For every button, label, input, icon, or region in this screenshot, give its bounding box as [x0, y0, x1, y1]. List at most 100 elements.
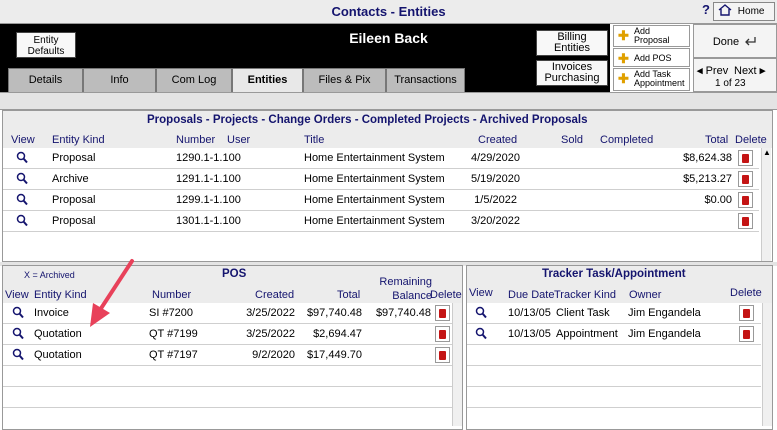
proposal-title: Home Entertainment System — [304, 194, 445, 206]
pos-title: POS — [222, 268, 247, 280]
proposals-title: Proposals - Projects - Change Orders - C… — [147, 114, 588, 126]
entity-kind: Quotation — [34, 328, 82, 340]
entity-kind: Proposal — [52, 194, 96, 206]
tab-transactions[interactable]: Transactions — [386, 68, 465, 92]
col-created: Created — [255, 289, 295, 301]
created-date: 3/20/2022 — [471, 215, 520, 227]
done-label: Done — [712, 36, 740, 48]
pos-number: SI #7200 — [149, 307, 194, 319]
table-row[interactable]: Quotation QT #7197 9/2/2020 $17,449.70 — [3, 345, 452, 366]
trash-icon[interactable] — [739, 305, 754, 321]
invoices-purchasing-label: Invoices Purchasing — [544, 61, 600, 84]
trash-icon[interactable] — [435, 326, 450, 342]
trash-icon[interactable] — [738, 213, 753, 229]
due-date: 10/13/05 — [508, 307, 551, 319]
col-remaining-balance: Remaining Balance — [379, 276, 432, 302]
add-pos-button[interactable]: ✚ Add POS — [613, 48, 690, 67]
record-count: 1 of 23 — [715, 78, 746, 89]
table-row[interactable]: Quotation QT #7199 3/25/2022 $2,694.47 — [3, 324, 452, 345]
tab-entities[interactable]: Entities — [232, 68, 303, 93]
remaining-balance: $97,740.48 — [375, 307, 431, 319]
table-row[interactable]: 10/13/05 Appointment Jim Engandela — [467, 324, 761, 345]
magnifier-icon[interactable] — [16, 172, 28, 185]
table-row[interactable]: Archive 1291.1-1.100 Home Entertainment … — [3, 169, 759, 190]
trash-icon[interactable] — [435, 305, 450, 321]
add-icon: ✚ — [618, 51, 629, 66]
pos-number: QT #7197 — [149, 349, 198, 361]
tab-com-log[interactable]: Com Log — [156, 68, 232, 92]
billing-entities-button[interactable]: Billing Entities — [536, 30, 608, 56]
tracker-scrollbar[interactable] — [762, 303, 772, 426]
add-task-appointment-button[interactable]: ✚ Add Task Appointment — [613, 68, 690, 91]
add-pos-label: Add POS — [634, 53, 672, 63]
col-view: View — [469, 287, 493, 299]
proposal-number: 1290.1-1.100 — [176, 152, 241, 164]
table-row[interactable]: Proposal 1290.1-1.100 Home Entertainment… — [3, 148, 759, 169]
tab-details[interactable]: Details — [8, 68, 83, 92]
pos-total: $2,694.47 — [313, 328, 362, 340]
home-button[interactable]: Home — [713, 2, 775, 21]
pos-number: QT #7199 — [149, 328, 198, 340]
proposal-total: $5,213.27 — [683, 173, 732, 185]
entity-kind: Proposal — [52, 215, 96, 227]
magnifier-icon[interactable] — [16, 214, 28, 227]
magnifier-icon[interactable] — [475, 327, 487, 340]
trash-icon[interactable] — [738, 150, 753, 166]
add-icon: ✚ — [618, 71, 629, 86]
table-row[interactable]: 10/13/05 Client Task Jim Engandela — [467, 303, 761, 324]
prev-button[interactable]: ◂ Prev — [697, 64, 728, 77]
magnifier-icon[interactable] — [16, 193, 28, 206]
entity-kind: Archive — [52, 173, 89, 185]
add-task-label: Add Task Appointment — [634, 69, 685, 88]
scroll-up-icon[interactable]: ▲ — [763, 148, 771, 157]
col-due-date: Due Date — [508, 289, 555, 301]
col-user: User — [227, 134, 251, 146]
empty-row — [3, 366, 452, 387]
magnifier-icon[interactable] — [12, 327, 24, 340]
help-button[interactable]: ? — [699, 2, 713, 21]
pos-total: $97,740.48 — [306, 307, 362, 319]
owner: Jim Engandela — [628, 328, 701, 340]
add-proposal-button[interactable]: ✚ Add Proposal — [613, 25, 690, 47]
magnifier-icon[interactable] — [16, 151, 28, 164]
table-row[interactable]: Invoice SI #7200 3/25/2022 $97,740.48 $9… — [3, 303, 452, 324]
trash-icon[interactable] — [738, 192, 753, 208]
table-row[interactable]: Proposal 1299.1-1.100 Home Entertainment… — [3, 190, 759, 211]
proposal-title: Home Entertainment System — [304, 215, 445, 227]
add-icon: ✚ — [618, 28, 629, 43]
col-view: View — [5, 289, 29, 301]
return-icon — [745, 37, 756, 46]
col-delete: Delete — [735, 134, 767, 146]
tab-files-pix[interactable]: Files & Pix — [303, 68, 386, 92]
col-total: Total — [705, 134, 729, 146]
table-row[interactable]: Proposal 1301.1-1.100 Home Entertainment… — [3, 211, 759, 232]
pos-total: $17,449.70 — [306, 349, 362, 361]
magnifier-icon[interactable] — [12, 306, 24, 319]
next-button[interactable]: Next ▸ — [734, 64, 765, 77]
chevron-right-icon: ▸ — [759, 65, 766, 77]
empty-row — [467, 366, 761, 387]
created-date: 5/19/2020 — [471, 173, 520, 185]
invoices-purchasing-button[interactable]: Invoices Purchasing — [536, 60, 608, 86]
created-date: 9/2/2020 — [252, 349, 295, 361]
col-created: Created — [478, 134, 518, 146]
proposals-scrollbar[interactable]: ▲ — [761, 148, 771, 261]
done-button[interactable]: Done — [693, 24, 777, 58]
proposal-title: Home Entertainment System — [304, 152, 445, 164]
col-view: View — [11, 134, 35, 146]
proposal-title: Home Entertainment System — [304, 173, 445, 185]
col-completed: Completed — [600, 134, 654, 146]
trash-icon[interactable] — [739, 326, 754, 342]
tab-info[interactable]: Info — [83, 68, 156, 92]
col-owner: Owner — [629, 289, 662, 301]
trash-icon[interactable] — [738, 171, 753, 187]
owner: Jim Engandela — [628, 307, 701, 319]
trash-icon[interactable] — [435, 347, 450, 363]
home-icon — [718, 4, 732, 16]
magnifier-icon[interactable] — [475, 306, 487, 319]
col-total: Total — [337, 289, 361, 301]
magnifier-icon[interactable] — [12, 348, 24, 361]
pos-scrollbar[interactable] — [452, 303, 462, 426]
entity-kind: Quotation — [34, 349, 82, 361]
entity-kind: Proposal — [52, 152, 96, 164]
